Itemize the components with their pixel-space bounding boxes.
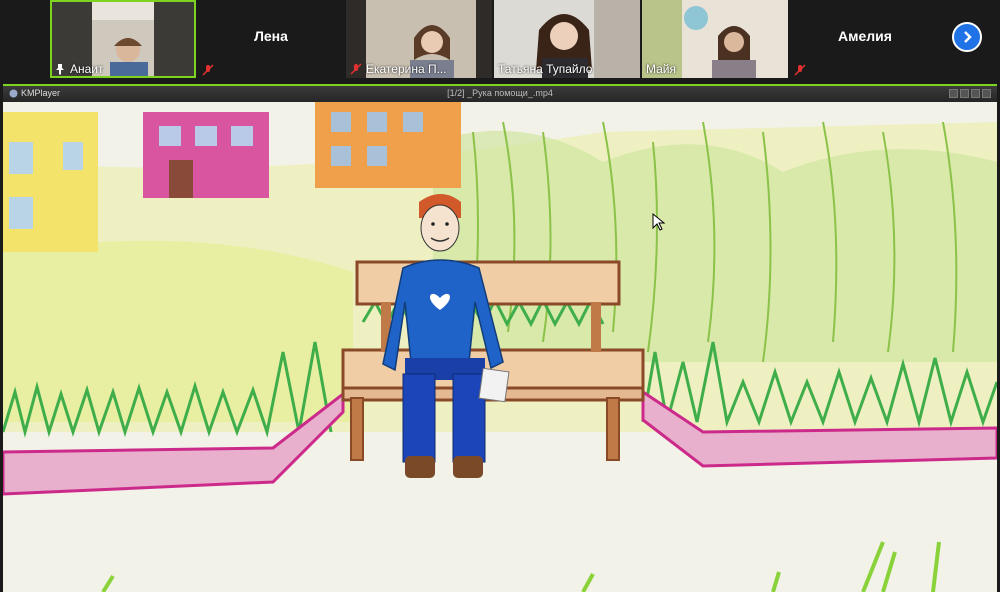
- pink-house: [143, 112, 269, 198]
- participant-tile-maya[interactable]: Майя: [642, 0, 788, 78]
- media-player-window[interactable]: KMPlayer [1/2] _Рука помощи_.mp4: [3, 84, 997, 592]
- mic-muted-icon: [350, 63, 362, 75]
- close-button[interactable]: [982, 89, 991, 98]
- participant-name: Майя: [646, 62, 677, 76]
- participant-tile-ekaterina[interactable]: Екатерина П...: [346, 0, 492, 78]
- pin-icon: [56, 64, 64, 75]
- participant-name-row: Майя: [646, 62, 676, 76]
- next-page-button[interactable]: [952, 22, 982, 52]
- mic-muted-icon: [794, 64, 806, 76]
- participant-name-row: Татьяна Тупайло: [498, 62, 592, 76]
- window-controls: [949, 89, 991, 98]
- participant-tile-lena[interactable]: Лена: [198, 0, 344, 78]
- participant-tile-amelia[interactable]: Амелия: [790, 0, 940, 78]
- participant-tile-anait[interactable]: Анаит: [50, 0, 196, 78]
- yellow-house: [3, 112, 98, 252]
- player-titlebar[interactable]: KMPlayer [1/2] _Рука помощи_.mp4: [3, 86, 997, 102]
- player-file-title: [1/2] _Рука помощи_.mp4: [447, 88, 553, 98]
- participant-name-row: Екатерина П...: [350, 62, 447, 76]
- participant-name-row: [202, 64, 214, 76]
- participant-name-row: [794, 64, 806, 76]
- chevron-right-icon: [964, 31, 972, 43]
- participant-name: Лена: [254, 28, 288, 44]
- participant-strip: Анаит Лена Екатерина П... Татьяна Тупайл…: [0, 0, 1000, 82]
- video-drawing: [3, 102, 997, 592]
- orange-house: [315, 102, 461, 188]
- mic-muted-icon: [202, 64, 214, 76]
- participant-name: Екатерина П...: [366, 62, 447, 76]
- participant-tile-tatyana[interactable]: Татьяна Тупайло: [494, 0, 640, 78]
- video-frame[interactable]: [3, 102, 997, 592]
- minimize-button[interactable]: [960, 89, 969, 98]
- participant-name: Татьяна Тупайло: [498, 62, 593, 76]
- participant-name: Амелия: [838, 28, 892, 44]
- participant-name-row: Анаит: [54, 62, 104, 76]
- maximize-button[interactable]: [971, 89, 980, 98]
- pin-window-button[interactable]: [949, 89, 958, 98]
- participant-name: Анаит: [70, 62, 104, 76]
